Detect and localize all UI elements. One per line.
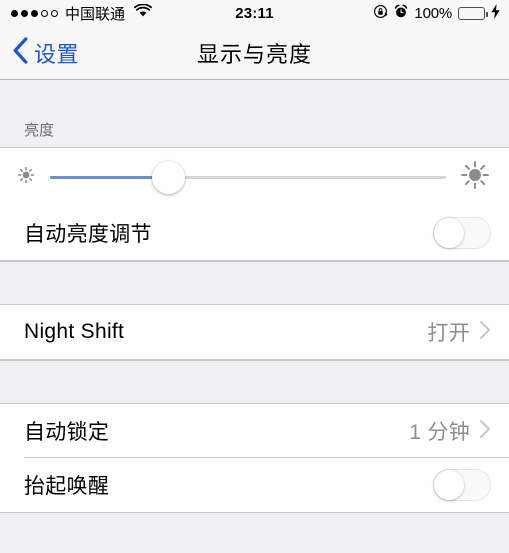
group-night-shift: Night Shift 打开 <box>0 305 509 360</box>
page-title: 显示与亮度 <box>196 41 312 67</box>
section-gap-2 <box>0 360 509 404</box>
navigation-bar: 设置 显示与亮度 <box>0 26 509 80</box>
ios-settings-screen: 中国联通 23:11 100% 设置 显示与亮度 亮度 自动亮度调节 Night… <box>0 0 509 553</box>
row-night-shift[interactable]: Night Shift 打开 <box>0 305 509 359</box>
row-label-auto-brightness: 自动亮度调节 <box>24 223 152 246</box>
alarm-clock-icon <box>394 4 408 23</box>
status-bar: 中国联通 23:11 100% <box>0 0 509 26</box>
group-lock: 自动锁定 1 分钟 抬起唤醒 <box>0 404 509 513</box>
chevron-right-icon <box>479 320 491 345</box>
chevron-right-icon <box>479 419 491 444</box>
battery-icon <box>458 6 488 20</box>
sun-small-icon <box>14 163 38 192</box>
section-gap-1 <box>0 261 509 305</box>
row-label-auto-lock: 自动锁定 <box>24 421 110 444</box>
slider-track[interactable] <box>50 160 446 194</box>
content-top-spacer <box>0 80 509 102</box>
section-header-brightness: 亮度 <box>24 122 55 139</box>
brightness-slider-row <box>0 148 509 206</box>
row-label-night-shift: Night Shift <box>24 320 125 343</box>
row-auto-lock[interactable]: 自动锁定 1 分钟 <box>0 404 509 458</box>
settings-content: 亮度 自动亮度调节 Night Shift 打开 自动锁定 1 分钟 抬起唤醒 <box>0 102 509 553</box>
row-value-night-shift: 打开 <box>427 322 470 345</box>
row-value-auto-lock: 1 分钟 <box>409 421 470 444</box>
raise-to-wake-toggle[interactable] <box>433 469 491 501</box>
battery-percentage: 100% <box>414 4 452 22</box>
auto-brightness-toggle[interactable] <box>433 217 491 249</box>
lightning-bolt-icon <box>491 3 500 23</box>
row-label-raise-to-wake: 抬起唤醒 <box>24 475 110 498</box>
slider-fill <box>50 175 169 179</box>
brightness-slider[interactable] <box>50 157 446 197</box>
rotation-lock-icon <box>373 4 388 23</box>
slider-thumb[interactable] <box>152 160 186 194</box>
row-auto-brightness[interactable]: 自动亮度调节 <box>0 206 509 260</box>
bottom-spacer <box>0 513 509 553</box>
group-brightness: 自动亮度调节 <box>0 147 509 261</box>
status-bar-right: 100% <box>373 0 500 26</box>
toggle-knob <box>434 470 464 500</box>
row-raise-to-wake[interactable]: 抬起唤醒 <box>0 458 509 512</box>
toggle-knob <box>434 218 464 248</box>
sun-large-icon <box>458 158 492 197</box>
